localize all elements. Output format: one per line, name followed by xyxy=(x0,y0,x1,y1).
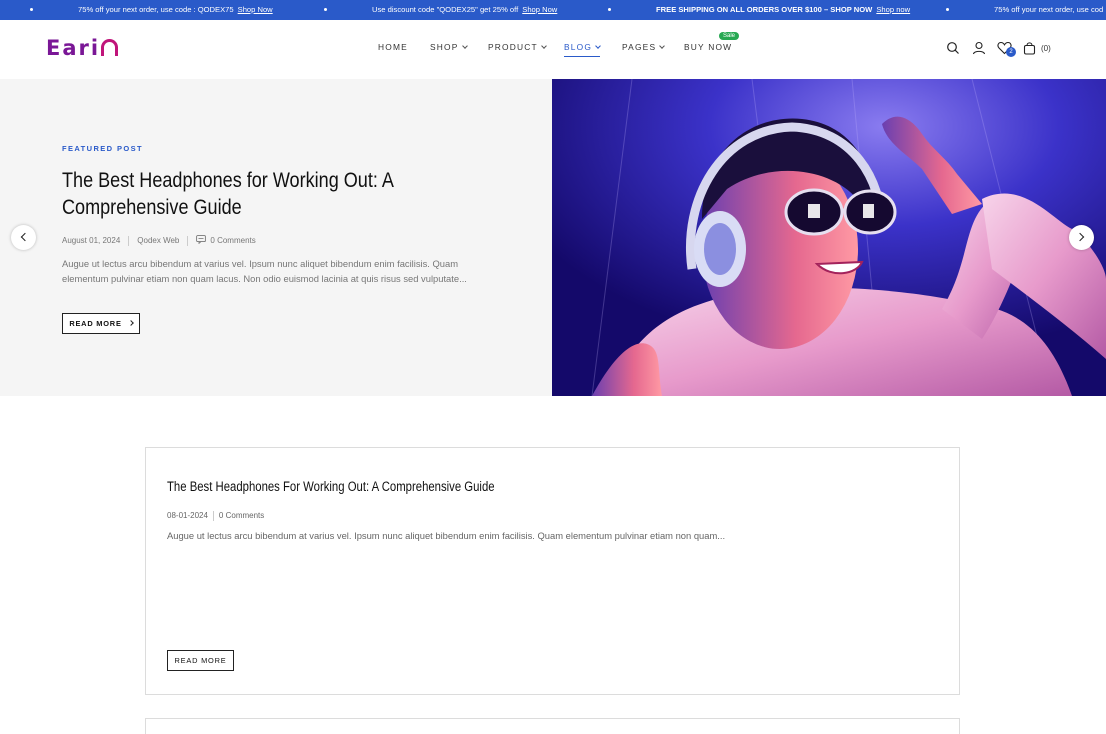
featured-post-hero: FEATURED POST The Best Headphones for Wo… xyxy=(0,79,1106,396)
active-underline xyxy=(564,56,601,57)
bullet-dot xyxy=(946,8,949,11)
nav-pages[interactable]: PAGES xyxy=(622,42,666,52)
chevron-right-icon xyxy=(127,320,134,326)
nav-product[interactable]: PRODUCT xyxy=(488,42,547,52)
featured-label: FEATURED POST xyxy=(62,144,143,153)
search-icon[interactable] xyxy=(946,41,960,60)
featured-post-meta: August 01, 2024 Qodex Web 0 Comments xyxy=(62,235,256,246)
logo-text: Eari xyxy=(46,36,101,60)
blog-post-card: The Best Headphones For Working Out: A C… xyxy=(145,447,960,695)
read-more-button[interactable]: READ MORE xyxy=(62,313,140,334)
nav-shop[interactable]: SHOP xyxy=(430,42,468,52)
announcement-3: FREE SHIPPING ON ALL ORDERS OVER $100 – … xyxy=(656,0,910,20)
chevron-down-icon xyxy=(540,43,547,49)
nav-label: BLOG xyxy=(564,42,593,52)
post-date: 08-01-2024 xyxy=(167,511,208,521)
nav-label: PRODUCT xyxy=(488,42,538,52)
shop-now-link[interactable]: Shop now xyxy=(876,5,910,14)
announcement-bar: 75% off your next order, use code : QODE… xyxy=(0,0,1106,20)
post-comments-count[interactable]: 0 Comments xyxy=(219,511,264,520)
featured-post-title[interactable]: The Best Headphones for Working Out: A C… xyxy=(62,167,475,221)
sale-badge: Sale xyxy=(719,32,740,40)
meta-divider xyxy=(212,511,214,521)
chevron-left-icon xyxy=(20,232,30,242)
hero-image-woman-headphones xyxy=(552,79,1106,396)
nav-label: HOME xyxy=(378,42,408,52)
post-date: August 01, 2024 xyxy=(62,236,121,245)
nav-label: SHOP xyxy=(430,42,459,52)
post-title[interactable]: The Best Headphones For Working Out: A C… xyxy=(167,479,495,494)
comment-icon xyxy=(196,235,210,245)
nav-label: BUY NOW xyxy=(684,42,733,52)
shop-now-link[interactable]: Shop Now xyxy=(238,5,273,14)
post-excerpt: Augue ut lectus arcu bibendum at varius … xyxy=(167,530,726,541)
blog-post-card xyxy=(145,718,960,734)
announcement-text: 75% off your next order, use code : QODE… xyxy=(78,5,234,14)
announcement-1: 75% off your next order, use code : QODE… xyxy=(78,0,273,20)
site-header: Eari HOME SHOP PRODUCT BLOG PAGES BUY NO… xyxy=(0,20,1106,78)
chevron-down-icon xyxy=(461,43,468,49)
slider-next-button[interactable] xyxy=(1069,225,1094,250)
slider-prev-button[interactable] xyxy=(11,225,36,250)
announcement-text: FREE SHIPPING ON ALL ORDERS OVER $100 – … xyxy=(656,5,873,14)
announcement-4: 75% off your next order, use cod xyxy=(994,5,1104,14)
site-logo[interactable]: Eari xyxy=(46,36,119,60)
bullet-dot xyxy=(324,8,327,11)
meta-divider xyxy=(128,235,130,246)
post-comments-count[interactable]: 0 Comments xyxy=(210,236,255,245)
nav-home[interactable]: HOME xyxy=(378,42,408,52)
nav-blog[interactable]: BLOG xyxy=(564,42,601,57)
user-icon[interactable] xyxy=(972,41,986,60)
wishlist-count-badge: 2 xyxy=(1006,47,1016,57)
read-more-button[interactable]: READ MORE xyxy=(167,650,234,671)
bag-icon[interactable] xyxy=(1023,41,1036,60)
nav-buy-now[interactable]: BUY NOW xyxy=(684,42,732,52)
featured-post-excerpt: Augue ut lectus arcu bibendum at varius … xyxy=(62,258,467,284)
nav-label: PAGES xyxy=(622,42,657,52)
post-meta: 08-01-2024 0 Comments xyxy=(167,511,264,521)
button-label: READ MORE xyxy=(69,319,122,328)
announcement-text: Use discount code "QODEX25" get 25% off xyxy=(372,5,519,14)
chevron-down-icon xyxy=(595,43,601,49)
bullet-dot xyxy=(30,8,33,11)
bullet-dot xyxy=(608,8,611,11)
meta-divider xyxy=(187,235,189,246)
chevron-down-icon xyxy=(659,43,666,49)
shop-now-link[interactable]: Shop Now xyxy=(522,5,557,14)
headphone-logo-icon xyxy=(101,39,119,56)
announcement-2: Use discount code "QODEX25" get 25% off S… xyxy=(372,0,557,20)
chevron-right-icon xyxy=(1075,232,1085,242)
cart-count[interactable]: (0) xyxy=(1041,44,1051,53)
post-author[interactable]: Qodex Web xyxy=(137,236,179,245)
